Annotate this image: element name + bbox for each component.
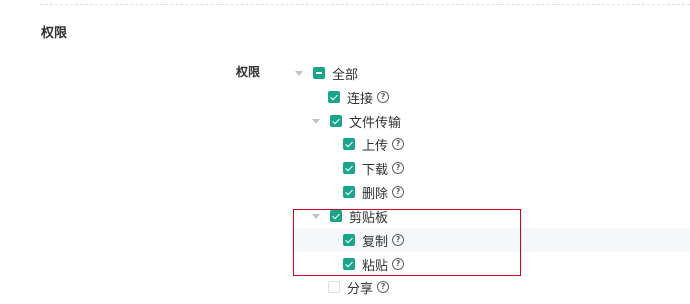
caret-down-icon[interactable] xyxy=(295,70,303,76)
section-divider xyxy=(40,4,690,5)
question-circle-icon[interactable]: ? xyxy=(392,186,405,198)
tree-node-share[interactable]: 分享 ? xyxy=(328,277,390,297)
question-circle-icon[interactable]: ? xyxy=(392,138,405,150)
question-circle-icon[interactable]: ? xyxy=(392,162,405,174)
annotation-highlight-box xyxy=(293,209,521,276)
checkbox-file-transfer[interactable] xyxy=(330,115,342,127)
tree-node-delete[interactable]: 删除 ? xyxy=(343,182,405,202)
tree-node-label: 连接 xyxy=(347,91,374,107)
tree-node-download[interactable]: 下载 ? xyxy=(343,158,405,178)
caret-down-icon[interactable] xyxy=(312,118,320,124)
tree-node-label: 文件传输 xyxy=(349,115,402,131)
tree-node-label: 上传 xyxy=(362,138,389,154)
question-circle-icon[interactable]: ? xyxy=(377,281,390,293)
checkbox-connect[interactable] xyxy=(328,91,340,103)
checkbox-delete[interactable] xyxy=(343,186,355,198)
permissions-field-label: 权限 xyxy=(236,65,261,79)
tree-node-label: 全部 xyxy=(332,67,359,83)
section-title: 权限 xyxy=(41,26,68,41)
tree-node-label: 删除 xyxy=(362,186,389,202)
tree-node-label: 下载 xyxy=(362,162,389,178)
checkbox-all[interactable] xyxy=(313,67,325,79)
tree-node-connect[interactable]: 连接 ? xyxy=(328,87,390,107)
tree-node-upload[interactable]: 上传 ? xyxy=(343,134,405,154)
question-circle-icon[interactable]: ? xyxy=(377,91,390,103)
tree-node-file-transfer[interactable]: 文件传输 xyxy=(312,111,401,131)
tree-node-all[interactable]: 全部 xyxy=(295,63,358,83)
tree-node-label: 分享 xyxy=(347,281,374,297)
checkbox-share[interactable] xyxy=(328,281,340,293)
checkbox-upload[interactable] xyxy=(343,138,355,150)
checkbox-download[interactable] xyxy=(343,162,355,174)
